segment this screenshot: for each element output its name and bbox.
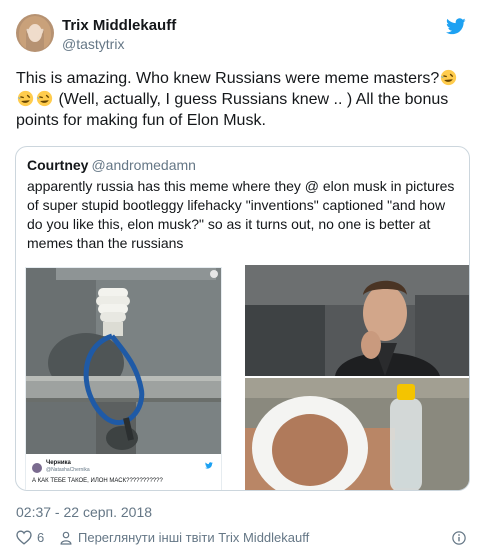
tweet-text-line1: This is amazing. Who knew Russians were … — [16, 70, 440, 87]
twitter-bird-icon — [205, 462, 213, 469]
see-other-tweets-label: Переглянути інші твіти Trix Middlekauff — [78, 530, 310, 545]
media-photo-bulb-meme[interactable]: Черника @NatashaChernika А КАК ТЕБЕ ТАКО… — [25, 267, 222, 490]
twitter-bird-icon[interactable] — [446, 18, 466, 35]
rofl-emoji-icon — [441, 69, 457, 86]
like-button[interactable]: 6 — [16, 530, 44, 545]
tweet-text: This is amazing. Who knew Russians were … — [16, 68, 472, 131]
embedded-tweet-text: А КАК ТЕБЕ ТАКОЕ, ИЛОН МАСК??????????? — [32, 478, 163, 484]
like-count: 6 — [37, 530, 45, 545]
author-handle[interactable]: @tastytrix — [62, 35, 176, 53]
rofl-emoji-icon — [17, 90, 34, 107]
bulb-pipe-illustration — [26, 268, 221, 454]
embedded-author-name: Черника — [46, 460, 71, 466]
see-other-tweets-link[interactable]: Переглянути інші твіти Trix Middlekauff — [60, 530, 309, 545]
avatar-face — [28, 24, 42, 42]
quoted-author-name: Courtney — [27, 157, 89, 173]
rofl-emoji-icon — [36, 90, 53, 107]
quoted-tweet-header: Courtney @andromedamn — [27, 156, 196, 174]
media-photo-elon[interactable] — [245, 265, 469, 376]
embedded-tweet-card: Черника @NatashaChernika А КАК ТЕБЕ ТАКО… — [26, 454, 221, 490]
embedded-author-handle: @NatashaChernika — [46, 467, 90, 473]
quoted-tweet[interactable]: Courtney @andromedamn apparently russia h… — [15, 146, 470, 491]
info-icon[interactable] — [452, 531, 466, 545]
person-icon — [60, 531, 72, 545]
toilet-seat-photo-illustration — [245, 378, 469, 490]
author-names: Trix Middlekauff @tastytrix — [62, 16, 176, 53]
media-photo-toilet-seat[interactable] — [245, 378, 469, 490]
avatar[interactable] — [16, 14, 54, 52]
tweet-timestamp[interactable]: 02:37 - 22 серп. 2018 — [16, 503, 152, 521]
author-display-name[interactable]: Trix Middlekauff — [62, 16, 176, 35]
quoted-author-handle: @andromedamn — [91, 157, 196, 173]
quoted-tweet-text: apparently russia has this meme where th… — [27, 178, 455, 251]
embedded-avatar — [32, 463, 42, 473]
tweet-text-line2: (Well, actually, I guess Russians knew .… — [16, 91, 449, 129]
tweet-actions: 6 Переглянути інші твіти Trix Middlekauf… — [16, 530, 472, 550]
elon-photo-illustration — [245, 265, 469, 376]
heart-icon — [16, 530, 32, 545]
tweet-header: Trix Middlekauff @tastytrix — [16, 14, 466, 58]
photo-bulb — [26, 268, 221, 454]
